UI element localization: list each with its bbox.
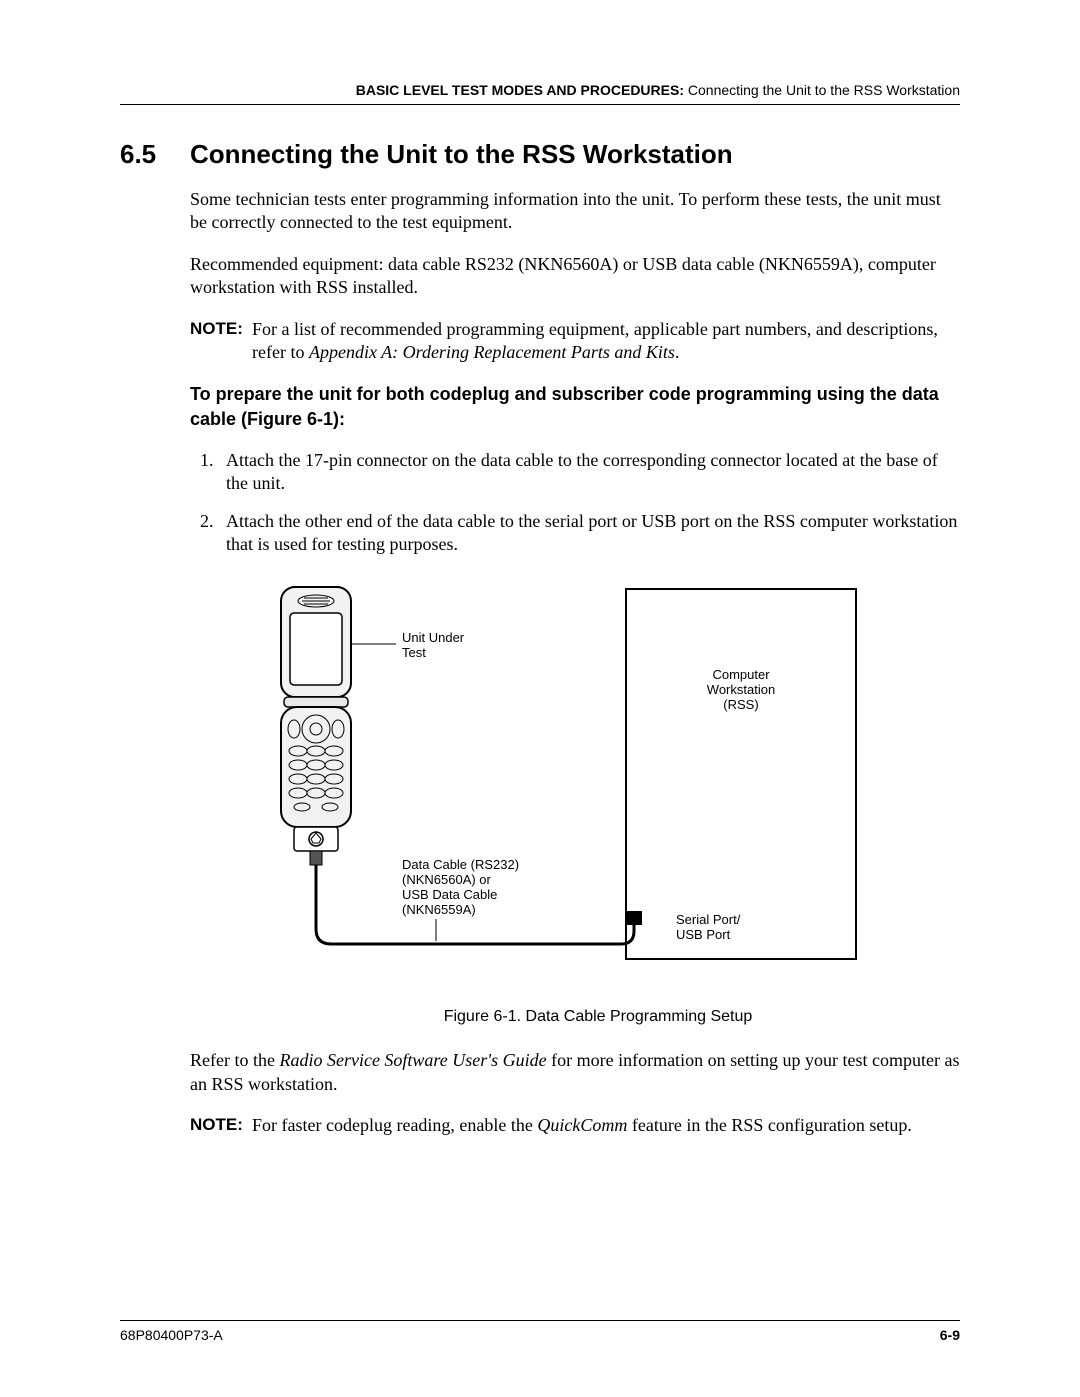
p3-ital: Radio Service Software User's Guide xyxy=(279,1050,546,1070)
procedure-subhead: To prepare the unit for both codeplug an… xyxy=(190,382,960,431)
label-computer-2: Workstation xyxy=(707,682,775,697)
label-unit-2: Test xyxy=(402,645,426,660)
figure-6-1: Computer Workstation (RSS) xyxy=(236,579,960,1028)
footer-doc-number: 68P80400P73-A xyxy=(120,1327,223,1343)
page: BASIC LEVEL TEST MODES AND PROCEDURES: C… xyxy=(0,0,1080,1397)
label-unit-1: Unit Under xyxy=(402,630,465,645)
unit-under-test-icon xyxy=(281,587,351,865)
label-cable-4: (NKN6559A) xyxy=(402,902,476,917)
note1-ital: Appendix A: Ordering Replacement Parts a… xyxy=(309,342,675,362)
page-footer: 68P80400P73-A 6-9 xyxy=(120,1320,960,1343)
note-text-2: For faster codeplug reading, enable the … xyxy=(252,1114,960,1137)
note-2: NOTE: For faster codeplug reading, enabl… xyxy=(190,1114,960,1137)
step-1: Attach the 17-pin connector on the data … xyxy=(218,449,960,496)
section-number: 6.5 xyxy=(120,139,190,170)
note2-ital: QuickComm xyxy=(537,1115,627,1135)
note-text: For a list of recommended programming eq… xyxy=(252,318,960,365)
body: Some technician tests enter programming … xyxy=(190,188,960,1137)
paragraph-2: Recommended equipment: data cable RS232 … xyxy=(190,253,960,300)
running-header: BASIC LEVEL TEST MODES AND PROCEDURES: C… xyxy=(120,82,960,105)
label-computer-3: (RSS) xyxy=(723,697,758,712)
header-bold: BASIC LEVEL TEST MODES AND PROCEDURES: xyxy=(356,82,684,98)
section-heading: 6.5Connecting the Unit to the RSS Workst… xyxy=(120,139,960,170)
note-1: NOTE: For a list of recommended programm… xyxy=(190,318,960,365)
figure-caption: Figure 6-1. Data Cable Programming Setup xyxy=(236,1007,960,1028)
footer-page-number: 6-9 xyxy=(940,1327,960,1343)
label-port-2: USB Port xyxy=(676,927,731,942)
label-cable-2: (NKN6560A) or xyxy=(402,872,492,887)
note2-b: feature in the RSS configuration setup. xyxy=(627,1115,911,1135)
figure-diagram: Computer Workstation (RSS) xyxy=(236,579,876,989)
note2-a: For faster codeplug reading, enable the xyxy=(252,1115,537,1135)
label-computer-1: Computer xyxy=(712,667,770,682)
label-port-1: Serial Port/ xyxy=(676,912,741,927)
note-label: NOTE: xyxy=(190,318,252,365)
step-2: Attach the other end of the data cable t… xyxy=(218,510,960,557)
steps-list: Attach the 17-pin connector on the data … xyxy=(190,449,960,557)
paragraph-3: Refer to the Radio Service Software User… xyxy=(190,1049,960,1096)
note-label-2: NOTE: xyxy=(190,1114,252,1137)
label-cable-3: USB Data Cable xyxy=(402,887,497,902)
paragraph-1: Some technician tests enter programming … xyxy=(190,188,960,235)
p3-a: Refer to the xyxy=(190,1050,279,1070)
label-cable-1: Data Cable (RS232) xyxy=(402,857,519,872)
section-title: Connecting the Unit to the RSS Workstati… xyxy=(190,139,733,169)
header-rest: Connecting the Unit to the RSS Workstati… xyxy=(684,82,960,98)
note1-b: . xyxy=(675,342,680,362)
